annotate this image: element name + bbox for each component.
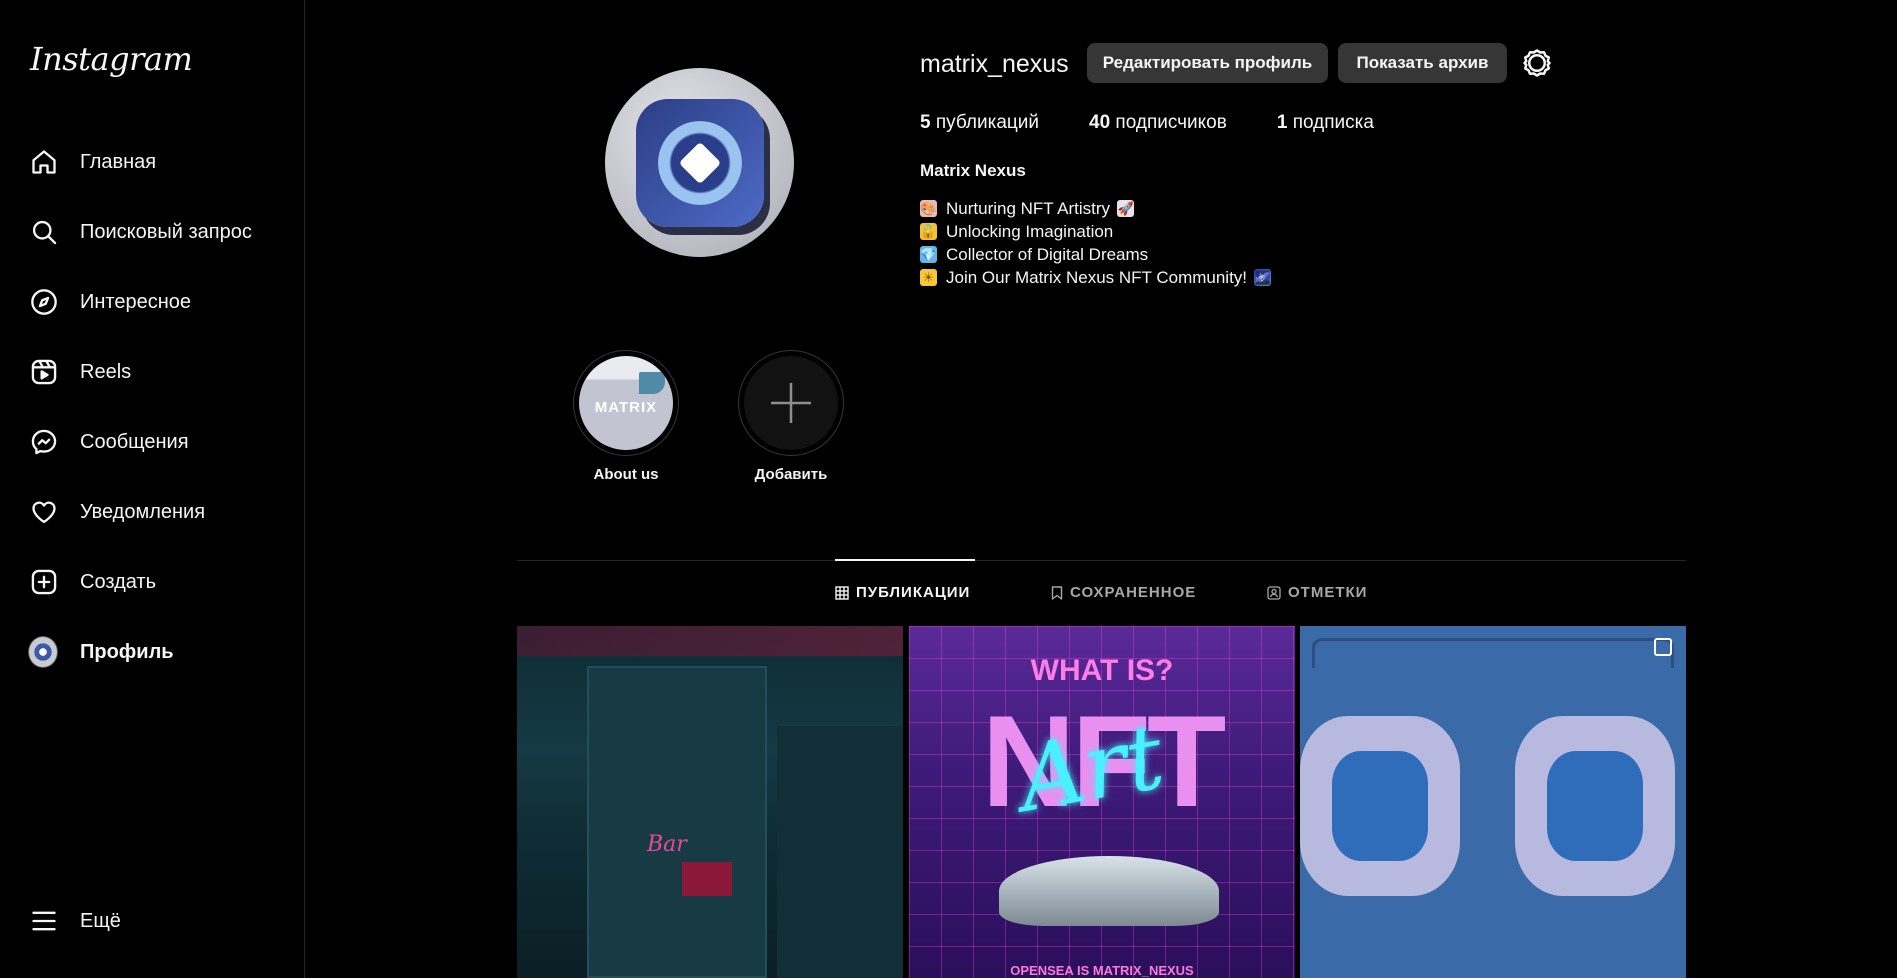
view-archive-button[interactable]: Показать архив bbox=[1338, 43, 1507, 83]
milky-way-emoji-icon: 🌌 bbox=[1254, 269, 1272, 286]
reels-icon bbox=[30, 358, 58, 386]
tab-posts[interactable]: ПУБЛИКАЦИИ bbox=[835, 584, 970, 601]
sidebar-item-notifications[interactable]: Уведомления bbox=[14, 484, 290, 540]
bio-line: 💎 Collector of Digital Dreams bbox=[920, 245, 1149, 264]
highlight-add[interactable]: Добавить bbox=[737, 350, 845, 483]
sidebar-item-label: Сообщения bbox=[80, 430, 189, 453]
sun-emoji-icon: ☀ bbox=[920, 269, 937, 286]
search-icon bbox=[30, 218, 58, 246]
posts-count: 5 публикаций bbox=[920, 112, 1039, 133]
neon-sign: Bar bbox=[647, 832, 687, 857]
bio-line: ☀ Join Our Matrix Nexus NFT Community! 🌌 bbox=[920, 266, 1280, 289]
grid-icon bbox=[835, 585, 849, 600]
plus-icon bbox=[744, 356, 838, 450]
sidebar-item-messages[interactable]: Сообщения bbox=[14, 414, 290, 470]
sidebar-item-label: Создать bbox=[80, 570, 157, 593]
tab-saved[interactable]: СОХРАНЕННОЕ bbox=[1051, 584, 1196, 601]
highlight-label: Добавить bbox=[754, 466, 828, 483]
plus-square-icon bbox=[30, 568, 58, 596]
home-icon bbox=[30, 148, 58, 176]
sidebar-item-label: Поисковый запрос bbox=[80, 220, 252, 243]
avatar bbox=[28, 636, 58, 668]
avatar-logo bbox=[635, 98, 764, 227]
heart-icon bbox=[30, 498, 58, 526]
sidebar-item-label: Профиль bbox=[80, 640, 174, 663]
sidebar-item-create[interactable]: Создать bbox=[14, 554, 290, 610]
settings-gear-icon[interactable] bbox=[1522, 48, 1552, 78]
edit-profile-button[interactable]: Редактировать профиль bbox=[1087, 43, 1328, 83]
sidebar-item-label: Reels bbox=[80, 360, 132, 383]
rocket-emoji-icon: 🚀 bbox=[1117, 200, 1135, 217]
tabs-divider bbox=[517, 560, 1686, 561]
bookmark-icon bbox=[1051, 585, 1063, 600]
profile-bio: 🎨 Nurturing NFT Artistry 🚀 🔓 Unlocking I… bbox=[920, 197, 1280, 289]
sidebar-item-label: Главная bbox=[80, 150, 157, 173]
carousel-multiple-icon bbox=[1654, 638, 1672, 656]
palette-emoji-icon: 🎨 bbox=[920, 200, 937, 217]
sidebar-item-more[interactable]: Ещё bbox=[14, 893, 290, 949]
sidebar-item-search[interactable]: Поисковый запрос bbox=[14, 204, 290, 260]
unlock-emoji-icon: 🔓 bbox=[920, 223, 937, 240]
username: matrix_nexus bbox=[920, 50, 1069, 78]
sidebar-item-home[interactable]: Главная bbox=[14, 134, 290, 190]
sidebar-item-label: Интересное bbox=[80, 290, 192, 313]
robot-hand-image bbox=[999, 856, 1219, 926]
instagram-logo[interactable]: Instagram bbox=[30, 40, 193, 78]
sidebar-item-reels[interactable]: Reels bbox=[14, 344, 290, 400]
highlight-about-us[interactable]: MATRIX About us bbox=[572, 350, 680, 483]
followers-count[interactable]: 40 подписчиков bbox=[1089, 112, 1227, 134]
following-count[interactable]: 1 подписка bbox=[1277, 112, 1374, 134]
messenger-icon bbox=[30, 428, 58, 456]
post-thumbnail[interactable]: WHAT IS? NFT Art OPENSEA IS MATRIX_NEXUS bbox=[909, 626, 1295, 978]
compass-icon bbox=[30, 288, 58, 316]
post-thumbnail[interactable]: Bar bbox=[517, 626, 903, 978]
tag-user-icon bbox=[1267, 585, 1281, 600]
sidebar-item-label: Уведомления bbox=[80, 500, 206, 523]
sidebar-item-explore[interactable]: Интересное bbox=[14, 274, 290, 330]
highlight-cover: MATRIX bbox=[579, 356, 673, 450]
highlight-label: About us bbox=[593, 466, 659, 483]
active-tab-indicator bbox=[835, 559, 975, 561]
profile-avatar[interactable] bbox=[605, 68, 794, 257]
tab-tagged[interactable]: ОТМЕТКИ bbox=[1267, 584, 1367, 601]
profile-stats: 5 публикаций 40 подписчиков 1 подписка bbox=[920, 112, 1424, 134]
menu-icon bbox=[30, 907, 58, 935]
sidebar-item-profile[interactable]: Профиль bbox=[14, 624, 290, 680]
profile-full-name: Matrix Nexus bbox=[920, 161, 1026, 180]
gem-emoji-icon: 💎 bbox=[920, 246, 937, 263]
sidebar: Instagram Главная Поисковый запрос Интер… bbox=[0, 0, 305, 978]
bio-line: 🎨 Nurturing NFT Artistry 🚀 bbox=[920, 199, 1135, 218]
sidebar-item-label: Ещё bbox=[80, 909, 121, 932]
post-thumbnail[interactable] bbox=[1300, 626, 1686, 978]
bio-line: 🔓 Unlocking Imagination bbox=[920, 222, 1114, 241]
